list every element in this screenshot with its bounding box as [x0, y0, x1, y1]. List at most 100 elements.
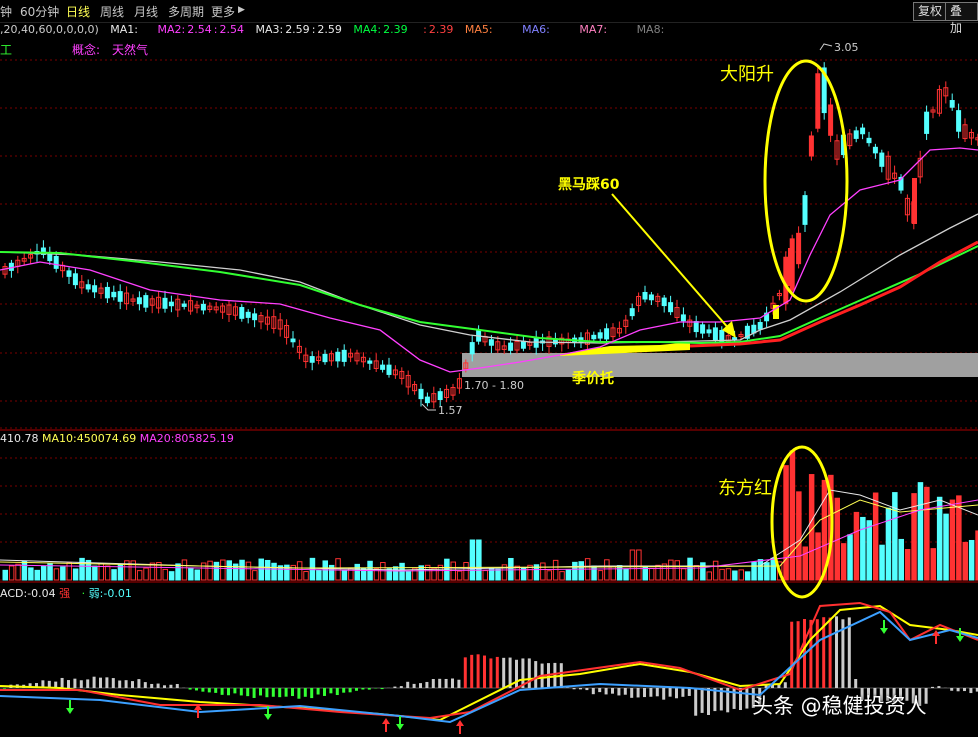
macd-bar — [342, 688, 346, 693]
volume-bar — [904, 549, 911, 581]
volume-bar — [258, 558, 264, 581]
macd-bar — [131, 681, 134, 688]
macd-bar — [67, 680, 70, 688]
macd-bar — [137, 679, 141, 688]
volume-bar — [738, 569, 744, 581]
candle-body — [85, 284, 91, 290]
macd-bar — [483, 655, 486, 688]
support-note: 季价托 — [572, 371, 614, 387]
macd-bar — [534, 661, 538, 688]
volume-bar — [264, 559, 271, 581]
macd-bar — [790, 621, 794, 688]
volume-bar — [732, 570, 738, 581]
volume-bar — [149, 562, 156, 581]
candle-body — [181, 303, 187, 307]
macd-bar — [73, 678, 77, 688]
volume-bar — [712, 560, 719, 581]
candle-body — [732, 337, 738, 341]
candle-body — [418, 388, 424, 400]
volume-bar — [335, 558, 341, 581]
volume-bar — [40, 565, 47, 581]
candle-body — [252, 313, 258, 321]
volume-bar — [847, 534, 853, 581]
macd-bar — [188, 688, 192, 690]
volume-bar — [92, 565, 98, 581]
candle-body — [693, 321, 699, 333]
candle-body — [335, 351, 341, 362]
candle-body — [66, 270, 72, 277]
volume-bar — [565, 569, 572, 581]
volume-bar — [892, 492, 898, 581]
candle-body — [117, 291, 123, 302]
candle-body — [597, 332, 603, 339]
volume-bar — [482, 570, 488, 581]
signal-arrow-head — [880, 628, 888, 634]
volume-bar — [860, 516, 866, 581]
volume-bar — [450, 561, 456, 581]
candle-body — [879, 152, 885, 167]
candle-body — [956, 110, 962, 132]
macd-bar — [675, 688, 678, 699]
volume-bar — [476, 539, 482, 581]
macd-bar — [617, 688, 621, 696]
volume-bar — [725, 568, 732, 581]
candle-body — [488, 339, 494, 346]
macd-bar — [463, 657, 467, 688]
volume-bar — [220, 559, 226, 581]
candle-body — [520, 340, 526, 349]
volume-bar — [2, 569, 8, 581]
vol-ma20-value: 805825.19 — [174, 432, 234, 445]
macd-bar — [239, 688, 243, 696]
macd-bar — [572, 688, 576, 690]
macd-bar — [124, 680, 128, 688]
candle-body — [757, 322, 763, 330]
macd-bar — [431, 679, 435, 688]
candle-body — [424, 396, 430, 404]
volume-bar — [15, 563, 21, 581]
candle-body — [680, 314, 686, 322]
macd-bar — [195, 688, 198, 691]
candle-body — [828, 104, 834, 136]
macd-bar — [687, 688, 691, 696]
candle-body — [924, 111, 930, 134]
candle-body — [309, 356, 315, 363]
vol-ma10-value: 450074.69 — [76, 432, 137, 445]
macd-bar — [348, 688, 352, 693]
macd-bar — [598, 688, 602, 693]
candle-body — [796, 232, 802, 265]
volume-bar — [872, 492, 879, 581]
candle-body — [437, 391, 443, 401]
volume-bar — [360, 567, 367, 581]
dark-horse-note: 黑马踩60 — [558, 177, 620, 193]
ma20-line — [0, 147, 978, 373]
signal-arrow-head — [66, 708, 74, 714]
macd-bar — [969, 688, 973, 694]
volume-bar — [21, 560, 28, 581]
volume-bar — [770, 557, 776, 581]
macd-bar — [201, 688, 205, 692]
candle-body — [53, 255, 59, 269]
signal-arrow-head — [396, 724, 404, 730]
candle-body — [853, 130, 859, 139]
volume-bar — [783, 465, 789, 581]
candle-body — [661, 297, 667, 307]
macd-bar — [476, 654, 480, 688]
macd-value: -0.04 — [27, 587, 56, 600]
macd-bar — [937, 686, 941, 688]
volume-bar — [623, 568, 629, 581]
volume-bar — [66, 562, 72, 581]
macd-bar — [220, 688, 224, 695]
macd-label: ACD: — [0, 587, 28, 600]
volume-bar — [648, 567, 655, 581]
macd-bar — [156, 683, 160, 688]
watermark: 头条 @稳健投资人 — [752, 694, 927, 718]
macd-legend: ACD:-0.04 强 · 弱:-0.01 — [0, 587, 132, 600]
candle-body — [668, 302, 674, 313]
candle-body — [629, 308, 635, 317]
volume-bar — [162, 568, 168, 581]
macd-bar — [105, 677, 109, 688]
signal-arrow-head — [264, 714, 272, 720]
candle-body — [866, 137, 872, 144]
macd-bar — [335, 688, 339, 696]
ma-lines — [0, 147, 978, 373]
